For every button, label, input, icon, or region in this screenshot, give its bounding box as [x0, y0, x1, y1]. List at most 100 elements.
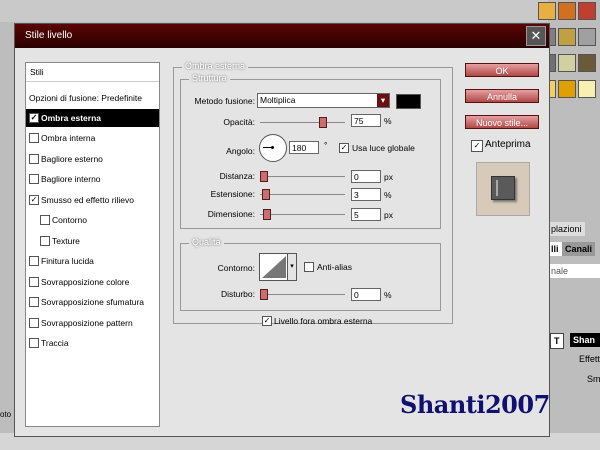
- spread-label: Estensione:: [210, 189, 255, 199]
- tab-livelli[interactable]: lli: [548, 242, 562, 256]
- swatch[interactable]: [558, 28, 576, 46]
- list-item-outer-glow[interactable]: Bagliore esterno: [26, 150, 159, 168]
- list-item-texture[interactable]: Texture: [26, 232, 159, 250]
- list-item-inner-glow[interactable]: Bagliore interno: [26, 170, 159, 188]
- spread-track[interactable]: [260, 194, 345, 195]
- checkbox[interactable]: ✓: [29, 113, 39, 123]
- opacity-input[interactable]: 75: [351, 114, 381, 127]
- drop-shadow-legend: Ombra esterna: [182, 61, 249, 71]
- chevron-down-icon: ▾: [377, 94, 389, 107]
- spread-input[interactable]: 3: [351, 188, 381, 201]
- list-item-color-overlay[interactable]: Sovrapposizione colore: [26, 273, 159, 291]
- distance-track[interactable]: [260, 176, 345, 177]
- checkbox[interactable]: [40, 236, 50, 246]
- antialias-checkbox[interactable]: [304, 262, 314, 272]
- close-icon: ✕: [530, 28, 542, 43]
- list-item-drop-shadow[interactable]: ✓ Ombra esterna: [26, 109, 159, 127]
- noise-label: Disturbo:: [220, 289, 255, 299]
- checkbox[interactable]: [29, 338, 39, 348]
- layer-mode[interactable]: nale: [548, 264, 600, 278]
- list-item-stroke[interactable]: Traccia: [26, 334, 159, 352]
- preview-thumbnail: [476, 162, 530, 216]
- app-right-panels: plazioni lli Canali nale T Shan Effetti …: [538, 0, 600, 450]
- angle-dial[interactable]: [259, 134, 287, 162]
- global-light-checkbox[interactable]: ✓: [339, 143, 349, 153]
- chevron-down-icon[interactable]: ▾: [287, 253, 297, 281]
- quality-legend: Qualità: [189, 237, 224, 247]
- angle-input[interactable]: 180: [289, 141, 319, 154]
- watermark: Shanti2007: [400, 390, 550, 419]
- noise-unit: %: [384, 290, 392, 300]
- layer-style-dialog: Stile livello ✕ Stili Opzioni di fusione…: [14, 23, 550, 437]
- checkbox[interactable]: [29, 154, 39, 164]
- contour-label: Contorno:: [217, 263, 255, 273]
- knockout-checkbox[interactable]: ✓: [262, 316, 272, 326]
- spread-slider-thumb[interactable]: [262, 189, 270, 200]
- opacity-track[interactable]: [260, 122, 345, 123]
- checkbox[interactable]: [40, 215, 50, 225]
- angle-center: [271, 146, 274, 149]
- tab-applicazioni[interactable]: plazioni: [548, 222, 585, 236]
- quality-group: Qualità: [180, 237, 441, 311]
- styles-list-header[interactable]: Stili: [26, 63, 159, 82]
- noise-track[interactable]: [260, 294, 345, 295]
- dialog-title: Stile livello: [25, 30, 73, 41]
- list-item-inner-shadow[interactable]: Ombra interna: [26, 129, 159, 147]
- ok-button[interactable]: OK: [465, 63, 539, 77]
- list-item-pattern-overlay[interactable]: Sovrapposizione pattern: [26, 314, 159, 332]
- global-light-label: Usa luce globale: [352, 143, 415, 153]
- tab-canali[interactable]: Canali: [562, 242, 596, 256]
- noise-slider-thumb[interactable]: [260, 289, 268, 300]
- opacity-slider-thumb[interactable]: [319, 117, 328, 128]
- app-left-text: oto: [0, 410, 12, 419]
- checkbox[interactable]: ✓: [29, 195, 39, 205]
- size-unit: px: [384, 210, 393, 220]
- preview-swatch: [491, 176, 515, 200]
- swatch[interactable]: [538, 2, 556, 20]
- angle-label: Angolo:: [226, 146, 255, 156]
- blend-mode-select[interactable]: Moltiplica ▾: [257, 93, 390, 108]
- list-item-bevel-emboss[interactable]: ✓ Smusso ed effetto rilievo: [26, 191, 159, 209]
- checkbox[interactable]: [29, 318, 39, 328]
- checkbox[interactable]: [29, 256, 39, 266]
- distance-slider-thumb[interactable]: [260, 171, 268, 182]
- preview-checkbox[interactable]: ✓: [471, 140, 483, 152]
- swatch[interactable]: [578, 80, 596, 98]
- checkbox[interactable]: [29, 174, 39, 184]
- opacity-label: Opacità:: [223, 117, 255, 127]
- contour-picker[interactable]: [259, 253, 289, 281]
- swatch[interactable]: [578, 2, 596, 20]
- preview-label: Anteprima: [485, 139, 531, 150]
- effect-sub-label: Sm: [587, 374, 600, 384]
- distance-input[interactable]: 0: [351, 170, 381, 183]
- dialog-titlebar: Stile livello ✕: [15, 24, 549, 48]
- cancel-button[interactable]: Annulla: [465, 89, 539, 103]
- list-item-contour[interactable]: Contorno: [26, 211, 159, 229]
- swatch[interactable]: [558, 54, 576, 72]
- swatch[interactable]: [558, 2, 576, 20]
- size-track[interactable]: [260, 214, 345, 215]
- noise-input[interactable]: 0: [351, 288, 381, 301]
- checkbox[interactable]: [29, 297, 39, 307]
- checkbox[interactable]: [29, 133, 39, 143]
- swatch[interactable]: [578, 54, 596, 72]
- app-top-bar: [0, 0, 600, 22]
- layer-name[interactable]: Shan: [570, 333, 600, 347]
- close-button[interactable]: ✕: [526, 26, 546, 46]
- distance-label: Distanza:: [219, 171, 255, 181]
- list-item-gradient-overlay[interactable]: Sovrapposizione sfumatura: [26, 293, 159, 311]
- swatch[interactable]: [558, 80, 576, 98]
- blend-mode-label: Metodo fusione:: [194, 96, 255, 106]
- shadow-color-swatch[interactable]: [396, 94, 421, 109]
- swatch[interactable]: [578, 28, 596, 46]
- size-slider-thumb[interactable]: [263, 209, 271, 220]
- list-item-satin[interactable]: Finitura lucida: [26, 252, 159, 270]
- spread-unit: %: [384, 190, 392, 200]
- antialias-label: Anti-alias: [317, 262, 352, 272]
- effects-label: Effetti: [579, 354, 600, 364]
- contour-curve-icon: [262, 256, 286, 278]
- checkbox[interactable]: [29, 277, 39, 287]
- new-style-button[interactable]: Nuovo stile...: [465, 115, 539, 129]
- size-input[interactable]: 5: [351, 208, 381, 221]
- list-item-blending-options[interactable]: Opzioni di fusione: Predefinite: [26, 89, 159, 107]
